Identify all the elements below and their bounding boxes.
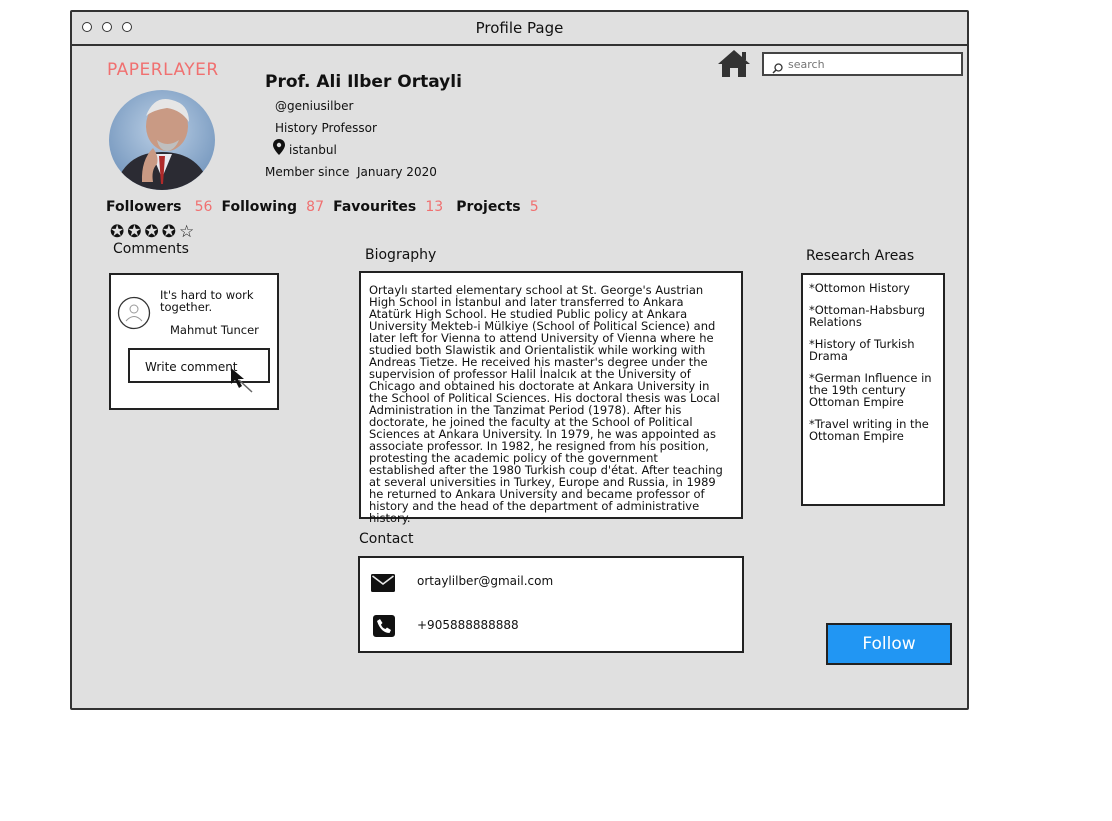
user-avatar-icon — [117, 296, 151, 334]
contact-panel: ortaylilber@gmail.com +905888888888 — [358, 556, 744, 653]
profile-stats: Followers 56 Following 87 Favourites 13 … — [106, 196, 539, 215]
contact-email[interactable]: ortaylilber@gmail.com — [417, 574, 553, 588]
envelope-icon — [371, 574, 395, 596]
location-pin-icon — [273, 139, 285, 159]
stat-projects-label[interactable]: Projects — [456, 199, 520, 215]
star-filled-icon[interactable]: ✪ — [162, 222, 179, 242]
home-icon[interactable] — [716, 48, 752, 82]
profile-role: History Professor — [275, 121, 377, 135]
contact-phone[interactable]: +905888888888 — [417, 618, 519, 632]
window-title: Profile Page — [475, 19, 564, 37]
star-filled-icon[interactable]: ✪ — [127, 222, 144, 242]
research-area-item: *Ottoman-Habsburg Relations — [809, 303, 925, 329]
comments-title: Comments — [113, 241, 189, 257]
star-filled-icon[interactable]: ✪ — [110, 222, 127, 242]
member-since: Member since January 2020 — [265, 165, 437, 179]
search-input[interactable] — [786, 57, 960, 72]
profile-avatar — [109, 90, 215, 190]
phone-icon — [373, 615, 395, 641]
research-areas-title: Research Areas — [806, 248, 915, 264]
browser-window: Profile Page PAPERLAYER Prof. Ali Ilber … — [70, 10, 969, 710]
rating-stars[interactable]: ✪✪✪✪☆ — [110, 222, 197, 242]
stat-following-label[interactable]: Following — [222, 199, 298, 215]
star-filled-icon[interactable]: ✪ — [145, 222, 162, 242]
biography-panel: Ortaylı started elementary school at St.… — [359, 271, 743, 524]
stat-following-value: 87 — [306, 199, 324, 215]
cursor-arrow-icon — [230, 367, 254, 397]
research-area-item: *History of Turkish Drama — [809, 337, 915, 363]
research-area-item: *German Influence in the 19th century Ot… — [809, 371, 932, 409]
brand-logo[interactable]: PAPERLAYER — [107, 60, 219, 80]
research-area-item: *Ottomon History — [809, 281, 910, 295]
profile-location: istanbul — [289, 143, 337, 157]
write-comment-label: Write comment — [145, 360, 238, 374]
research-area-item: *Travel writing in the Ottoman Empire — [809, 417, 929, 443]
member-since-label: Member since — [265, 165, 350, 179]
stat-projects-value: 5 — [529, 199, 539, 215]
research-areas-panel: *Ottomon History *Ottoman-Habsburg Relat… — [801, 273, 945, 506]
search-bar[interactable] — [762, 52, 963, 76]
profile-handle[interactable]: @geniusilber — [275, 99, 353, 113]
biography-title: Biography — [365, 247, 437, 263]
comments-panel: It's hard to work together. Mahmut Tunce… — [109, 273, 279, 410]
contact-title: Contact — [359, 531, 414, 547]
title-bar: Profile Page — [72, 12, 967, 46]
comment-author: Mahmut Tuncer — [170, 323, 259, 337]
stat-favourites-label[interactable]: Favourites — [333, 199, 416, 215]
research-areas-list: *Ottomon History *Ottoman-Habsburg Relat… — [809, 282, 935, 452]
member-since-date: January 2020 — [357, 165, 437, 179]
stat-followers-label[interactable]: Followers — [106, 199, 182, 215]
profile-name: Prof. Ali Ilber Ortayli — [265, 72, 462, 92]
follow-button[interactable]: Follow — [826, 623, 952, 665]
stat-favourites-value: 13 — [425, 199, 444, 215]
star-empty-icon[interactable]: ☆ — [179, 222, 197, 242]
stat-followers-value: 56 — [194, 199, 213, 215]
biography-text: Ortaylı started elementary school at St.… — [369, 283, 723, 525]
search-icon — [772, 59, 783, 78]
comment-text: It's hard to work together. — [160, 288, 254, 314]
